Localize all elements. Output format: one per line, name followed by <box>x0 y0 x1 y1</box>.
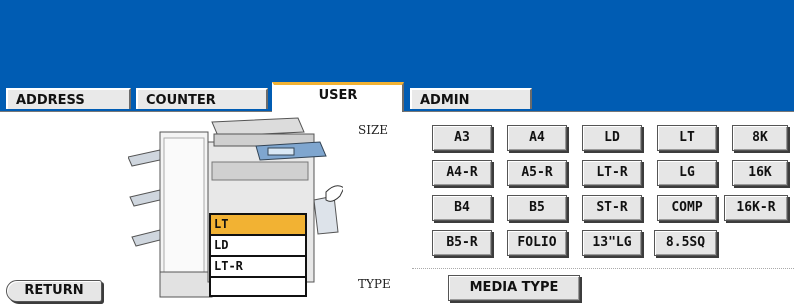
size-b5-button[interactable]: B5 <box>507 195 567 221</box>
tab-divider <box>404 111 794 112</box>
size-folio-button[interactable]: FOLIO <box>507 230 567 256</box>
size-label: SIZE <box>358 123 389 137</box>
size-16k-button[interactable]: 16K <box>732 160 788 186</box>
paper-item[interactable]: LT-R <box>211 257 305 278</box>
size-a4r-button[interactable]: A4-R <box>432 160 492 186</box>
section-divider <box>412 268 794 269</box>
return-button[interactable]: RETURN <box>6 280 102 302</box>
tab-admin[interactable]: ADMIN <box>410 88 532 109</box>
size-a5r-button[interactable]: A5-R <box>507 160 567 186</box>
size-a4-button[interactable]: A4 <box>507 125 567 151</box>
size-ltr-button[interactable]: LT-R <box>582 160 642 186</box>
size-a3-button[interactable]: A3 <box>432 125 492 151</box>
size-16kr-button[interactable]: 16K-R <box>724 195 788 221</box>
size-8k-button[interactable]: 8K <box>732 125 788 151</box>
tab-user[interactable]: USER <box>272 82 404 112</box>
paper-item[interactable]: LT <box>211 215 305 236</box>
size-b5r-button[interactable]: B5-R <box>432 230 492 256</box>
size-str-button[interactable]: ST-R <box>582 195 642 221</box>
header-bar <box>0 0 794 85</box>
size-ld-button[interactable]: LD <box>582 125 642 151</box>
size-b4-button[interactable]: B4 <box>432 195 492 221</box>
size-85sq-button[interactable]: 8.5SQ <box>654 230 717 256</box>
media-type-button[interactable]: MEDIA TYPE <box>448 275 580 301</box>
type-label: TYPE <box>358 277 391 291</box>
size-lg-button[interactable]: LG <box>657 160 717 186</box>
paper-cassette-list: LT LD LT-R <box>209 213 307 297</box>
tab-address[interactable]: ADDRESS <box>6 88 131 109</box>
tab-counter[interactable]: COUNTER <box>136 88 268 109</box>
paper-item[interactable]: LD <box>211 236 305 257</box>
paper-item[interactable] <box>211 278 305 297</box>
size-13lg-button[interactable]: 13"LG <box>582 230 642 256</box>
size-lt-button[interactable]: LT <box>657 125 717 151</box>
size-comp-button[interactable]: COMP <box>657 195 717 221</box>
